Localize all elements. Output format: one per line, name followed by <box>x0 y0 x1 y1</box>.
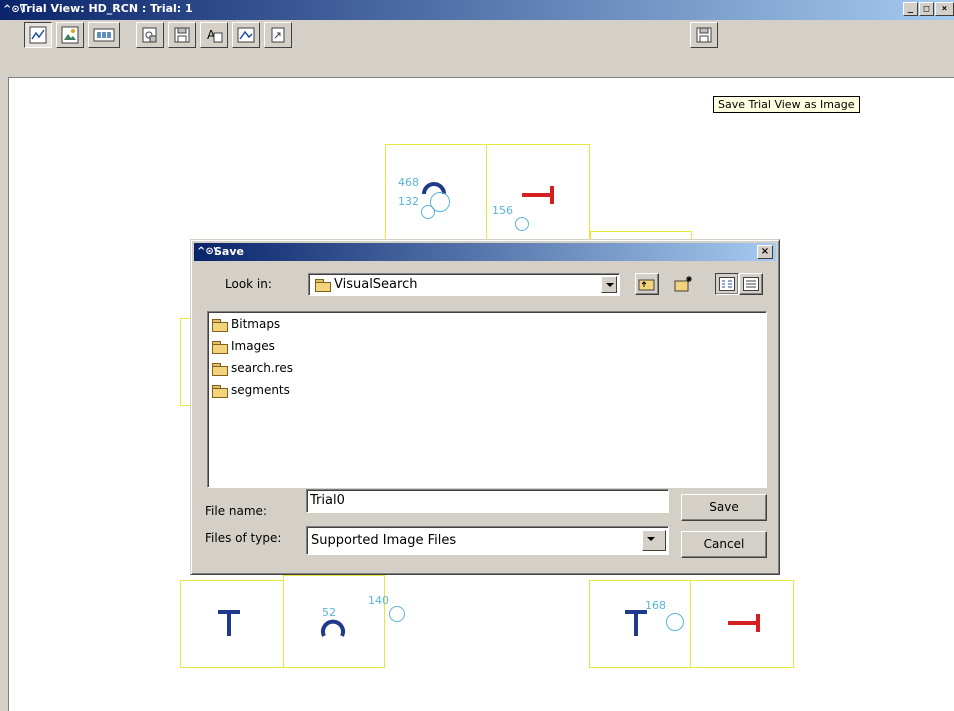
image-view-button[interactable] <box>56 22 84 48</box>
fixation-circle <box>515 217 529 231</box>
fixation-duration-label: 468 <box>398 176 419 189</box>
folder-icon <box>212 318 228 332</box>
fixation-circle <box>666 613 684 631</box>
dialog-close-button[interactable]: × <box>757 245 773 259</box>
picture-button[interactable] <box>232 22 260 48</box>
file-type-label: Files of type: <box>205 531 282 545</box>
save-icon <box>174 27 190 43</box>
details-view-button[interactable] <box>739 273 763 295</box>
fixation-duration-label: 132 <box>398 195 419 208</box>
chevron-down-icon[interactable] <box>601 276 617 293</box>
window-title: Trial View: HD_RCN : Trial: 1 <box>20 2 193 15</box>
dialog-titlebar[interactable]: ^⊙\ Save × <box>194 243 776 261</box>
text-overlay-button[interactable]: A <box>200 22 228 48</box>
chevron-down-icon[interactable] <box>642 530 666 551</box>
film-strip-icon <box>93 28 115 42</box>
file-name-input[interactable]: Trial0 <box>306 489 669 513</box>
fixation-duration-label: 52 <box>322 606 336 619</box>
export-icon <box>271 27 285 43</box>
image-view-icon <box>61 26 79 44</box>
up-folder-button[interactable] <box>635 273 659 295</box>
film-strip-button[interactable] <box>88 22 120 48</box>
dialog-cancel-button[interactable]: Cancel <box>681 531 767 558</box>
list-item[interactable]: segments <box>212 381 290 399</box>
text-overlay-icon: A <box>207 28 223 43</box>
export-button[interactable] <box>264 22 292 48</box>
list-view-icon <box>719 277 735 291</box>
file-list[interactable]: Bitmaps Images search.res segments <box>207 311 767 488</box>
main-window-titlebar[interactable]: ^⊙\ Trial View: HD_RCN : Trial: 1 _ □ × <box>0 0 954 20</box>
new-folder-icon <box>674 276 692 292</box>
look-in-label: Look in: <box>225 277 272 291</box>
list-item[interactable]: Images <box>212 337 275 355</box>
list-item[interactable]: search.res <box>212 359 293 377</box>
tooltip: Save Trial View as Image <box>713 96 860 113</box>
look-in-combo[interactable]: VisualSearch <box>308 273 620 296</box>
save-dialog: ^⊙\ Save × Look in: VisualSearch Bitmaps… <box>190 239 780 575</box>
fixation-circle <box>430 192 450 212</box>
red-t-stimulus <box>522 186 554 204</box>
maximize-button[interactable]: □ <box>919 2 934 16</box>
fixation-duration-label: 156 <box>492 204 513 217</box>
canvas-border <box>8 77 9 711</box>
folder-icon <box>212 384 228 398</box>
file-name-value: Trial0 <box>310 493 345 508</box>
line-chart-button[interactable] <box>24 22 52 48</box>
line-chart-icon <box>29 26 47 44</box>
left-frame <box>0 20 8 711</box>
open-image-icon <box>142 27 157 43</box>
list-view-button[interactable] <box>715 273 739 295</box>
fixation-duration-label: 168 <box>645 599 666 612</box>
list-item[interactable]: Bitmaps <box>212 315 280 333</box>
save-button-toolbar[interactable] <box>168 22 196 48</box>
close-button[interactable]: × <box>935 2 954 16</box>
details-view-icon <box>743 277 759 291</box>
folder-icon <box>212 340 228 354</box>
dialog-title: Save <box>214 245 244 258</box>
open-image-button[interactable] <box>136 22 164 48</box>
blue-t-stimulus <box>625 610 647 636</box>
toolbar-divider <box>8 77 954 78</box>
look-in-value: VisualSearch <box>334 277 418 292</box>
save-image-icon <box>696 27 712 43</box>
blue-t-stimulus <box>218 610 240 636</box>
fixation-circle <box>389 606 405 622</box>
dialog-save-button[interactable]: Save <box>681 494 767 521</box>
folder-icon <box>212 362 228 376</box>
up-folder-icon <box>638 279 655 291</box>
save-image-button[interactable] <box>690 22 718 48</box>
minimize-button[interactable]: _ <box>903 2 918 16</box>
fixation-duration-label: 140 <box>368 594 389 607</box>
new-folder-button[interactable] <box>671 273 697 295</box>
red-t-stimulus <box>728 614 760 632</box>
file-name-label: File name: <box>205 504 267 518</box>
folder-icon <box>315 278 331 292</box>
picture-icon <box>237 27 255 43</box>
file-type-select[interactable]: Supported Image Files <box>306 526 669 555</box>
file-type-value: Supported Image Files <box>311 533 457 548</box>
